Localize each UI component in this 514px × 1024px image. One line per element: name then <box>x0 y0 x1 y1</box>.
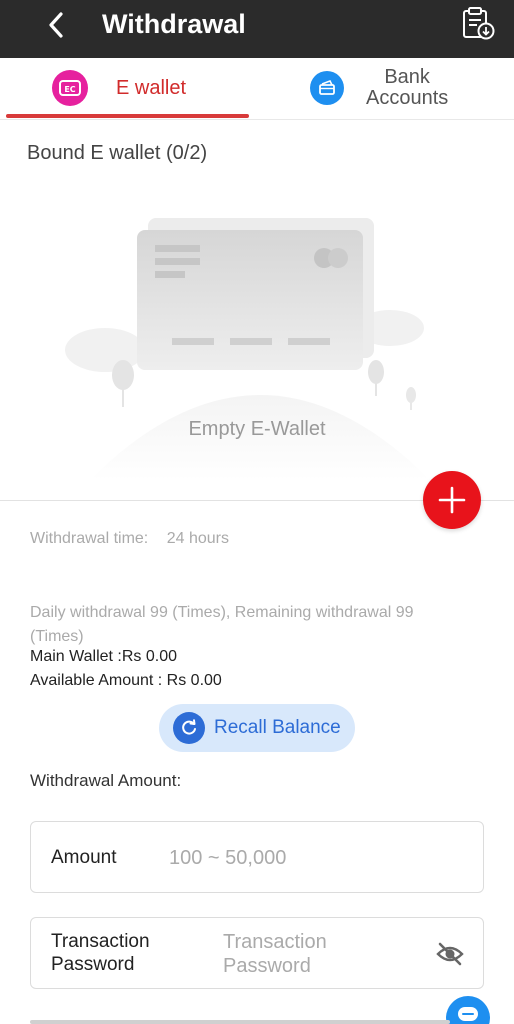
amount-input[interactable] <box>169 844 459 872</box>
back-button[interactable] <box>40 9 72 41</box>
transaction-password-field: Transaction Password Transaction Passwor… <box>30 917 484 989</box>
amount-field: Amount <box>30 821 484 893</box>
page-title: Withdrawal <box>102 9 246 39</box>
transaction-password-input[interactable]: Transaction Password <box>223 930 403 978</box>
main-wallet-balance: Main Wallet :Rs 0.00 <box>30 648 178 665</box>
bound-ewallet-title: Bound E wallet (0/2) <box>27 142 208 164</box>
ewallet-icon: EC <box>52 70 88 106</box>
withdrawal-time-label: Withdrawal time: <box>30 530 149 547</box>
withdrawal-amount-heading: Withdrawal Amount: <box>30 771 182 790</box>
pwd-label-line1: Transaction <box>51 931 150 952</box>
withdrawal-time-value: 24 hours <box>166 530 229 547</box>
history-button[interactable] <box>458 4 498 44</box>
tab-bank-accounts[interactable]: Bank Accounts <box>310 58 510 118</box>
top-app-bar: Withdrawal <box>0 0 514 58</box>
eye-off-icon <box>436 942 464 966</box>
svg-text:EC: EC <box>64 85 75 94</box>
pwd-label-line2: Password <box>51 954 135 975</box>
chevron-left-icon <box>49 12 63 38</box>
recall-balance-label: Recall Balance <box>214 717 341 738</box>
plus-icon <box>438 486 466 514</box>
tab-ewallet-label: E wallet <box>116 76 187 99</box>
tab-bank-label-line1: Bank <box>384 66 430 88</box>
withdrawal-method-tabs: EC E wallet Bank Accounts <box>0 58 514 120</box>
amount-label: Amount <box>51 847 117 868</box>
transaction-password-label: Transaction Password <box>51 930 150 976</box>
chat-support-button[interactable] <box>446 996 490 1024</box>
toggle-password-visibility[interactable] <box>435 940 465 968</box>
withdrawal-time: Withdrawal time: 24 hours <box>30 530 229 548</box>
tab-bank-label-line2: Accounts <box>366 87 449 109</box>
add-ewallet-button[interactable] <box>423 471 481 529</box>
available-amount: Available Amount : Rs 0.00 <box>30 672 222 689</box>
submit-button-edge <box>30 1020 450 1024</box>
recall-balance-button[interactable]: Recall Balance <box>159 704 355 752</box>
clipboard-history-icon <box>463 7 495 40</box>
bank-card-icon <box>310 71 344 105</box>
tab-ewallet[interactable]: EC E wallet <box>52 58 252 118</box>
chat-icon <box>458 1007 478 1021</box>
active-tab-indicator <box>6 114 249 118</box>
pwd-placeholder-line2: Password <box>223 955 311 977</box>
tab-bank-label: Bank Accounts <box>366 67 448 109</box>
refresh-icon <box>173 712 205 744</box>
daily-withdrawal-info: Daily withdrawal 99 (Times), Remaining w… <box>30 604 414 645</box>
empty-ewallet-label: Empty E-Wallet <box>188 418 326 440</box>
pwd-placeholder-line1: Transaction <box>223 931 327 953</box>
